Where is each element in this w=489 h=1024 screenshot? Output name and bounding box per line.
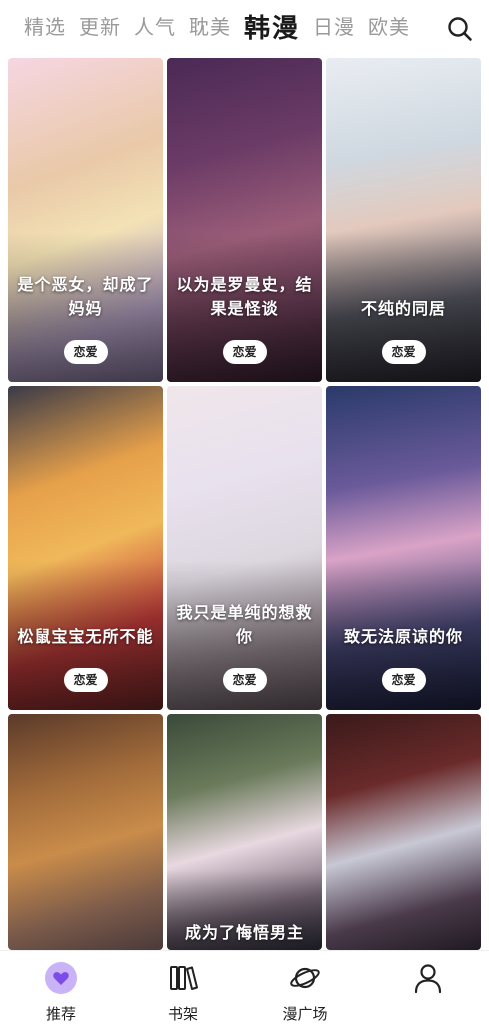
planet-icon	[290, 967, 320, 989]
comic-card[interactable]	[326, 714, 481, 950]
comic-card[interactable]: 松鼠宝宝无所不能 恋爱	[8, 386, 163, 710]
category-tab-bar: 精选 更新 人气 耽美 韩漫 日漫 欧美	[0, 0, 489, 56]
nav-profile[interactable]	[373, 951, 483, 1024]
nav-comic-square-label: 漫广场	[282, 1006, 328, 1023]
comic-card[interactable]: 致无法原谅的你 恋爱	[326, 386, 481, 710]
nav-comic-square[interactable]: 漫广场	[250, 951, 360, 1024]
genre-tag: 恋爱	[222, 668, 267, 692]
comic-title: 松鼠宝宝无所不能	[17, 629, 154, 646]
nav-bookshelf[interactable]: 书架	[128, 951, 238, 1024]
comic-card[interactable]	[8, 714, 163, 950]
comic-title: 成为了悔悟男主	[184, 925, 304, 942]
comic-title: 致无法原谅的你	[343, 629, 463, 646]
comic-cover-image	[8, 714, 163, 950]
nav-recommend-label: 推荐	[45, 1006, 76, 1023]
comic-grid: 是个恶女，却成了妈妈 恋爱 以为是罗曼史，结果是怪谈 恋爱 不纯的同居 恋爱 松…	[8, 58, 481, 950]
tab-japanese[interactable]: 日漫	[313, 0, 355, 56]
genre-tag: 恋爱	[63, 340, 108, 364]
comic-card[interactable]: 是个恶女，却成了妈妈 恋爱	[8, 58, 163, 382]
bottom-navigation: 推荐 书架 漫广场	[0, 950, 489, 1024]
nav-bookshelf-label: 书架	[167, 1006, 198, 1023]
comic-card[interactable]: 不纯的同居 恋爱	[326, 58, 481, 382]
genre-tag: 恋爱	[222, 340, 267, 364]
comic-card[interactable]: 我只是单纯的想救你 恋爱	[167, 386, 322, 710]
profile-icon	[414, 964, 442, 994]
comic-cover-image	[326, 714, 481, 950]
comic-title: 不纯的同居	[360, 301, 446, 318]
tab-korean[interactable]: 韩漫	[244, 0, 300, 56]
genre-tag: 恋爱	[381, 340, 426, 364]
bookshelf-icon	[170, 966, 198, 990]
tab-bl[interactable]: 耽美	[189, 0, 231, 56]
tab-western[interactable]: 欧美	[368, 0, 410, 56]
tab-popular[interactable]: 人气	[134, 0, 176, 56]
comic-title: 我只是单纯的想救你	[176, 605, 313, 646]
search-icon[interactable]	[447, 16, 473, 42]
tab-featured[interactable]: 精选	[24, 0, 66, 56]
genre-tag: 恋爱	[381, 668, 426, 692]
heart-icon	[45, 962, 77, 994]
comic-card[interactable]: 成为了悔悟男主	[167, 714, 322, 950]
comic-card[interactable]: 以为是罗曼史，结果是怪谈 恋爱	[167, 58, 322, 382]
nav-recommend[interactable]: 推荐	[6, 951, 116, 1024]
comic-title: 以为是罗曼史，结果是怪谈	[176, 277, 313, 318]
tab-updates[interactable]: 更新	[79, 0, 121, 56]
genre-tag: 恋爱	[63, 668, 108, 692]
comic-title: 是个恶女，却成了妈妈	[17, 277, 154, 318]
